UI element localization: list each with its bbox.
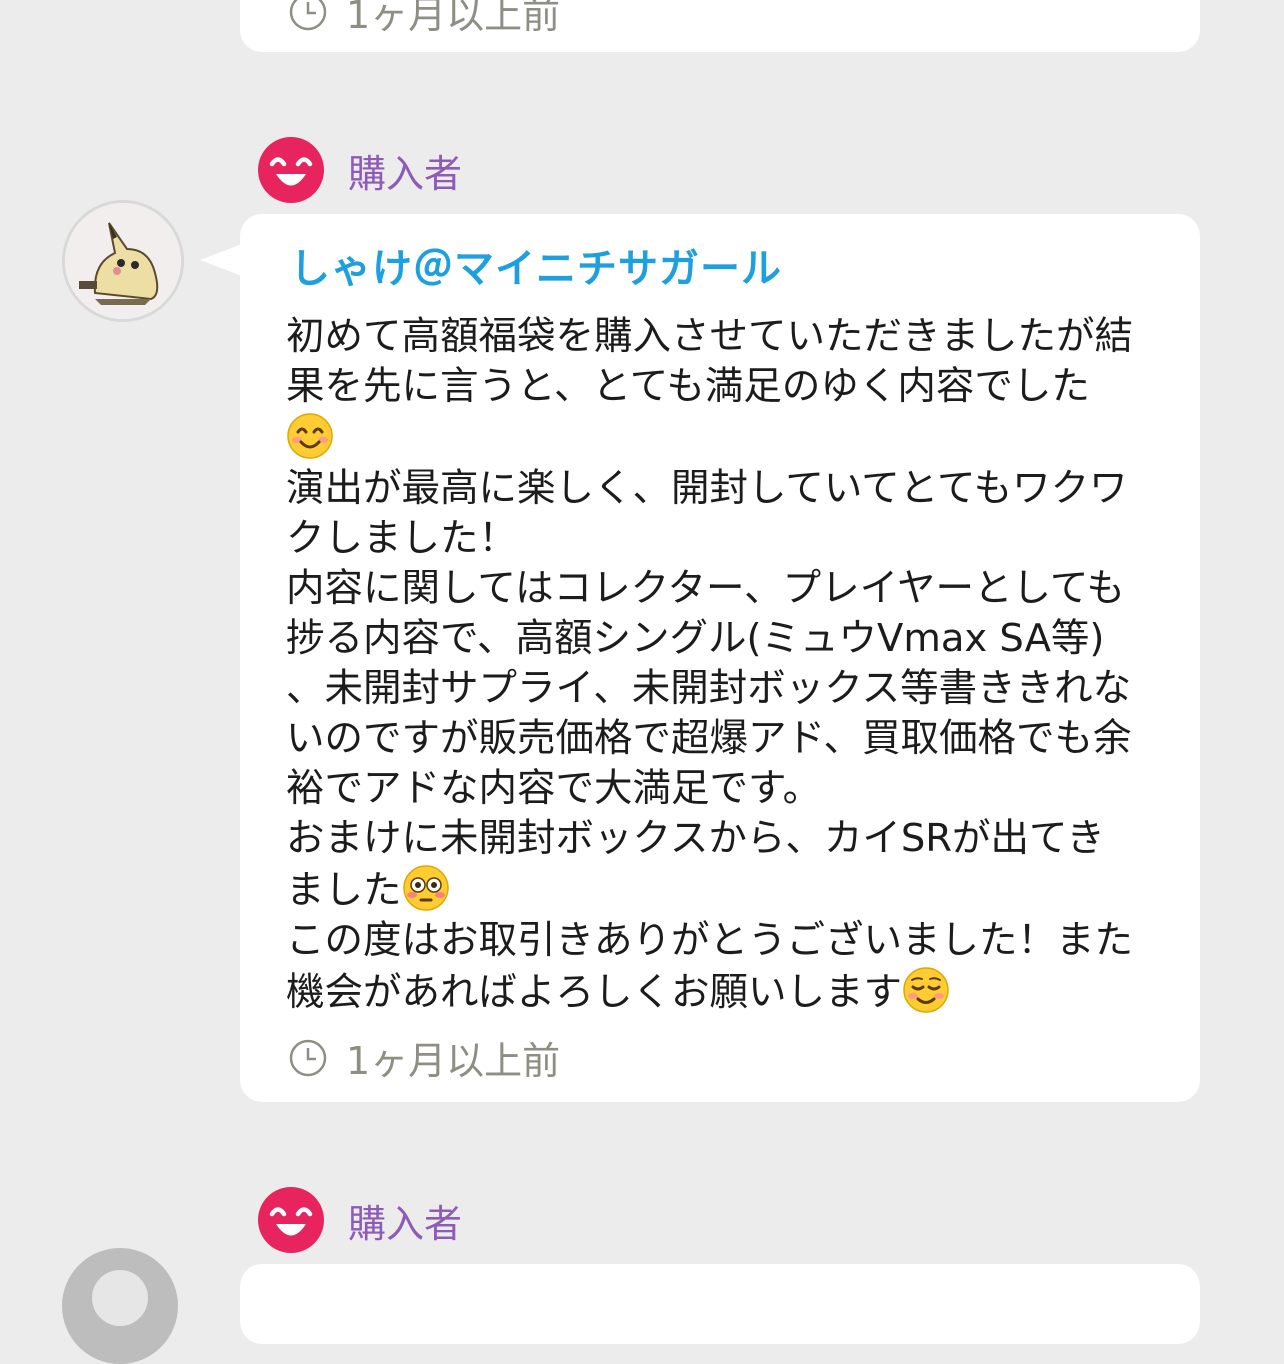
timestamp-text: 1ヶ月以上前 — [346, 1039, 561, 1083]
role-label: 購入者 — [348, 151, 463, 196]
buyer-badge: 購入者 — [258, 137, 462, 203]
review-line: 捗る内容で、高額シングル(ミュウVmax SA等) — [286, 616, 1105, 661]
review-line: いのですが販売価格で超爆アド、買取価格でも余 — [286, 716, 1132, 761]
reviewer-avatar[interactable] — [62, 200, 184, 322]
reviewer-avatar-default[interactable] — [62, 1248, 178, 1364]
review-line: 、未開封サプライ、未開封ボックス等書ききれな — [286, 666, 1132, 711]
review-timestamp: 1ヶ月以上前 — [288, 1030, 560, 1085]
buyer-badge: 購入者 — [258, 1187, 462, 1253]
review-line: おまけに未開封ボックスから、カイSRが出てき — [286, 816, 1105, 861]
clock-icon — [289, 0, 327, 30]
reviewer-name[interactable]: しゃけ＠マイニチサガール — [290, 236, 782, 294]
review-line: ました — [286, 868, 402, 913]
review-card: しゃけ＠マイニチサガール 初めて高額福袋を購入させていただきましたが結 果を先に… — [200, 214, 1200, 1102]
smiling-face-emoji-icon — [287, 413, 333, 459]
role-label: 購入者 — [348, 1201, 463, 1246]
mimikyu-avatar-image — [65, 203, 181, 319]
clock-icon — [289, 1039, 327, 1076]
review-line: 裕でアドな内容で大満足です。 — [286, 766, 822, 811]
default-user-icon — [92, 1270, 148, 1326]
relieved-smile-emoji-icon — [903, 967, 949, 1013]
review-line: この度はお取引きありがとうございました！また — [286, 918, 1134, 963]
flushed-face-emoji-icon — [402, 865, 449, 911]
review-card-previous: 1ヶ月以上前 — [240, 0, 1200, 52]
review-timestamp: 1ヶ月以上前 — [288, 0, 560, 39]
review-line: 果を先に言うと、とても満足のゆく内容でした — [286, 364, 1090, 409]
smile-face-icon — [258, 137, 324, 203]
review-line: 機会があればよろしくお願いします — [286, 970, 903, 1015]
review-line: クしました！ — [286, 516, 518, 561]
review-line: 初めて高額福袋を購入させていただきましたが結 — [286, 314, 1134, 359]
review-text: 初めて高額福袋を購入させていただきましたが結 果を先に言うと、とても満足のゆく内… — [286, 312, 1166, 1018]
review-line: 内容に関してはコレクター、プレイヤーとしても — [286, 566, 1125, 611]
smile-face-icon — [258, 1187, 324, 1253]
review-card-next — [240, 1264, 1200, 1344]
review-line: 演出が最高に楽しく、開封していてとてもワクワ — [286, 466, 1128, 511]
speech-bubble-pointer — [200, 244, 242, 276]
timestamp-text: 1ヶ月以上前 — [346, 0, 561, 37]
